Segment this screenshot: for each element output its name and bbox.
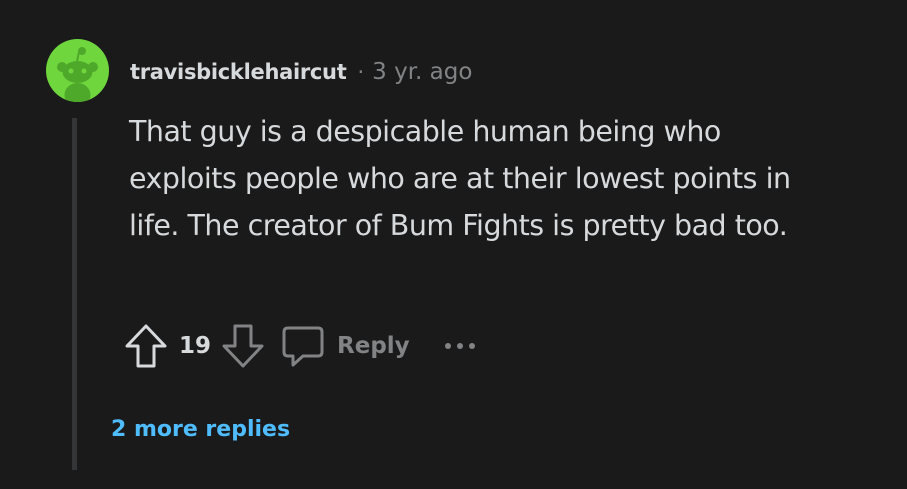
comment-body: That guy is a despicable human being who… bbox=[129, 115, 791, 242]
meta-separator: · bbox=[357, 60, 365, 84]
downvote-button[interactable] bbox=[221, 323, 265, 369]
comment-actions: 19 Reply bbox=[124, 320, 478, 372]
thread-line[interactable] bbox=[72, 118, 77, 470]
downvote-arrow-icon bbox=[222, 324, 264, 368]
avatar[interactable] bbox=[46, 39, 109, 102]
upvote-button[interactable] bbox=[124, 323, 168, 369]
vote-count: 19 bbox=[179, 333, 212, 359]
upvote-arrow-icon bbox=[125, 324, 167, 368]
ellipsis-icon bbox=[444, 343, 475, 349]
more-options-button[interactable] bbox=[442, 340, 478, 352]
snoo-avatar-icon bbox=[57, 47, 98, 102]
comment-header: travisbicklehaircut · 3 yr. ago bbox=[130, 56, 472, 88]
more-replies-link[interactable]: 2 more replies bbox=[111, 417, 290, 442]
comment: travisbicklehaircut · 3 yr. ago That guy… bbox=[0, 0, 907, 489]
reply-label: Reply bbox=[337, 333, 410, 359]
speech-bubble-icon bbox=[282, 326, 324, 367]
timestamp[interactable]: 3 yr. ago bbox=[372, 59, 472, 85]
username[interactable]: travisbicklehaircut bbox=[130, 60, 347, 84]
reply-button[interactable]: Reply bbox=[281, 324, 410, 368]
